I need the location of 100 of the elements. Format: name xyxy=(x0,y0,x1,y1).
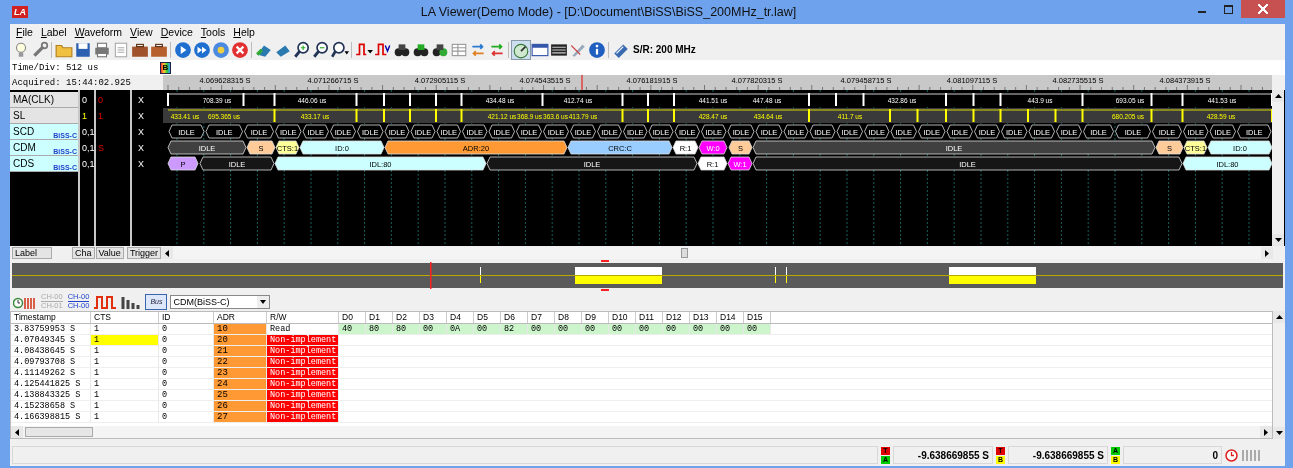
table-cell: 00 xyxy=(474,324,501,334)
marker-flag[interactable]: B xyxy=(160,61,171,74)
column-header-button[interactable]: Cha xyxy=(72,247,95,259)
right-arrow-icon[interactable] xyxy=(1264,428,1268,436)
menu-item[interactable]: Help xyxy=(229,25,259,38)
table-cell: 4.138843325 S xyxy=(11,390,91,400)
column-header[interactable]: D15 xyxy=(744,312,771,323)
channel-label[interactable]: MA(CLK) xyxy=(10,92,78,108)
zoom-icon[interactable] xyxy=(330,40,349,59)
acquired-time: Acquired: 15:44:02.925 xyxy=(11,77,132,88)
table-cell: 00 xyxy=(690,324,717,334)
menu-item[interactable]: Label xyxy=(36,25,71,38)
channel-number: 0,1 xyxy=(82,127,95,137)
table-cell: 24 xyxy=(214,379,267,389)
app-logo: LA xyxy=(12,6,28,18)
scrollbar-thumb[interactable] xyxy=(681,248,689,258)
column-header[interactable]: D6 xyxy=(501,312,528,323)
table-cell: 4.08438645 S xyxy=(11,346,91,356)
column-header[interactable]: ADR xyxy=(214,312,267,323)
step-icon[interactable] xyxy=(211,40,230,59)
up-arrow-icon[interactable] xyxy=(1274,94,1282,98)
vertical-scrollbar[interactable] xyxy=(1272,90,1284,246)
table-cell: 21 xyxy=(214,346,267,356)
table-cell: 80 xyxy=(393,324,420,334)
up-arrow-icon[interactable] xyxy=(1275,315,1283,319)
column-header[interactable]: D13 xyxy=(690,312,717,323)
save-icon[interactable] xyxy=(73,40,92,59)
gauge-icon[interactable] xyxy=(511,40,530,59)
column-header[interactable]: D4 xyxy=(447,312,474,323)
channel-number: 0,1 xyxy=(82,143,95,153)
channel-value: 1 xyxy=(98,111,103,121)
column-header[interactable]: D5 xyxy=(474,312,501,323)
dropdown-caret-icon[interactable] xyxy=(257,295,270,308)
column-header[interactable]: D9 xyxy=(582,312,609,323)
channel-number: 0,1 xyxy=(82,159,95,169)
table-cell: Non-implement xyxy=(267,390,339,400)
table-cell: Non-implement xyxy=(267,412,339,422)
table-cell: 4.166398815 S xyxy=(11,412,91,422)
overview-drawing[interactable] xyxy=(10,260,1285,292)
column-header[interactable]: R/W xyxy=(267,312,339,323)
table-cell: 1 xyxy=(91,357,159,367)
horizontal-scrollbar[interactable] xyxy=(161,247,1273,259)
menu-item[interactable]: Tools xyxy=(196,25,230,38)
info-icon[interactable] xyxy=(587,40,606,59)
column-header[interactable]: D3 xyxy=(420,312,447,323)
column-header[interactable]: D0 xyxy=(339,312,366,323)
column-header[interactable]: D11 xyxy=(636,312,663,323)
menu-item[interactable]: Waveform xyxy=(70,25,127,38)
scrollbar-thumb[interactable] xyxy=(25,427,93,437)
zoom-out-icon[interactable] xyxy=(311,40,330,59)
menu-item[interactable]: Device xyxy=(156,25,197,38)
wrench-icon[interactable] xyxy=(30,40,49,59)
down-arrow-icon[interactable] xyxy=(1274,238,1282,242)
right-arrow-icon[interactable] xyxy=(1265,249,1269,257)
close-button[interactable] xyxy=(1241,0,1285,18)
decoder-select[interactable]: CDM(BiSS-C) xyxy=(170,294,271,309)
table-cell: 1 xyxy=(91,390,159,400)
menu-item[interactable]: View xyxy=(126,25,157,38)
timer-icon[interactable] xyxy=(1225,448,1238,462)
left-arrow-icon[interactable] xyxy=(15,428,19,436)
table-cell: 80 xyxy=(366,324,393,334)
vertical-scrollbar[interactable] xyxy=(1273,311,1285,439)
channel-label[interactable]: SL xyxy=(10,108,78,124)
column-header[interactable]: D2 xyxy=(393,312,420,323)
column-header[interactable]: ID xyxy=(159,312,214,323)
menu-item[interactable]: File xyxy=(12,25,37,38)
table-cell: 00 xyxy=(582,324,609,334)
column-header-button[interactable]: Trigger xyxy=(126,247,162,259)
table-cell: 1 xyxy=(91,324,159,334)
table-cell: 00 xyxy=(717,324,744,334)
fast-forward-icon[interactable] xyxy=(192,40,211,59)
column-header[interactable]: D7 xyxy=(528,312,555,323)
table-cell: Non-implement xyxy=(267,401,339,411)
cursor-delta-value: -9.638669855 S xyxy=(893,446,993,464)
printer-icon[interactable] xyxy=(92,40,111,59)
table-cell: 00 xyxy=(609,324,636,334)
table-cell: 10 xyxy=(214,324,267,334)
stop-icon[interactable] xyxy=(230,40,249,59)
zoom-in-icon[interactable] xyxy=(292,40,311,59)
column-header-button[interactable]: Value xyxy=(95,247,124,259)
column-header[interactable]: D10 xyxy=(609,312,636,323)
left-arrow-icon[interactable] xyxy=(165,249,170,257)
channel-value: 0 xyxy=(98,95,103,105)
play-icon[interactable] xyxy=(173,40,192,59)
down-arrow-icon[interactable] xyxy=(1275,431,1283,435)
column-header[interactable]: CTS xyxy=(91,312,159,323)
column-header[interactable]: Timestamp xyxy=(11,312,91,323)
column-header-button[interactable]: Label xyxy=(12,247,52,259)
table-cell: 23 xyxy=(214,368,267,378)
column-header[interactable]: D12 xyxy=(663,312,690,323)
column-header[interactable]: D14 xyxy=(717,312,744,323)
table-cell: 4.09793708 S xyxy=(11,357,91,367)
column-header[interactable]: D1 xyxy=(366,312,393,323)
horizontal-scrollbar[interactable] xyxy=(11,426,1272,438)
sample-rate-label: S/R: 200 MHz xyxy=(633,44,696,55)
table-cell: 25 xyxy=(214,390,267,400)
table-cell: 0A xyxy=(447,324,474,334)
column-header[interactable]: D8 xyxy=(555,312,582,323)
table-cell: Non-implement xyxy=(267,346,339,356)
table-cell: Non-implement xyxy=(267,368,339,378)
